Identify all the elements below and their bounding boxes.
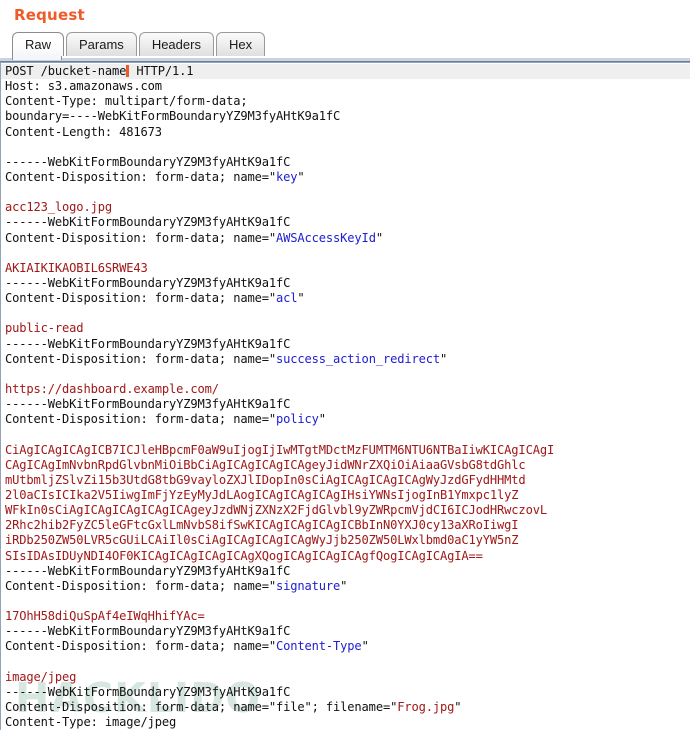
tab-params-label: Params: [79, 37, 124, 52]
page-title: Request: [14, 6, 85, 24]
tab-hex[interactable]: Hex: [215, 32, 266, 56]
tab-headers-label: Headers: [151, 37, 201, 52]
tab-strip: Raw Params Headers Hex: [0, 28, 690, 56]
raw-request-editor[interactable]: HACKLIDO POST /bucket-name HTTP/1.1 Host:…: [0, 62, 690, 730]
raw-request-text[interactable]: POST /bucket-name HTTP/1.1 Host: s3.amazo…: [1, 63, 690, 730]
tab-params[interactable]: Params: [66, 32, 137, 56]
panel-title-bar: Request: [0, 0, 690, 28]
active-tab-notch: [12, 56, 62, 60]
tab-raw[interactable]: Raw: [12, 32, 65, 56]
tab-hex-label: Hex: [228, 37, 253, 52]
request-viewer-panel: Request Raw Params Headers Hex HACKLIDO …: [0, 0, 690, 735]
tab-headers[interactable]: Headers: [138, 32, 214, 56]
tab-raw-label: Raw: [25, 37, 52, 52]
